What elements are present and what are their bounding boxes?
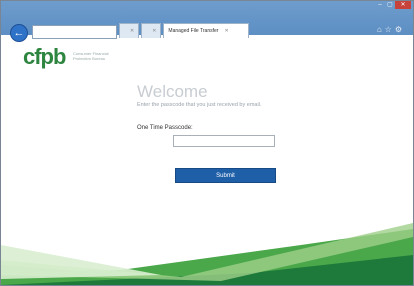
- tab-1[interactable]: ✕: [119, 23, 140, 38]
- passcode-label: One Time Passcode:: [137, 125, 193, 131]
- cfpb-logo: cfpb: [23, 44, 66, 69]
- maximize-button[interactable]: ▢: [385, 1, 395, 9]
- passcode-input[interactable]: [173, 135, 275, 147]
- browser-window: – ▢ ✕ ← ✕ ✕ Managed File Transfer ✕ ⌂☆⚙ c…: [0, 0, 414, 286]
- window-close-button[interactable]: ✕: [395, 1, 411, 9]
- decorative-wave: [1, 223, 413, 285]
- close-icon[interactable]: ✕: [130, 28, 134, 34]
- logo-subtitle: Consumer Financial Protection Bureau: [73, 51, 109, 61]
- tab-strip: ✕ ✕ Managed File Transfer ✕: [119, 23, 251, 38]
- address-bar[interactable]: [32, 25, 117, 39]
- page-title: Welcome: [137, 82, 208, 101]
- submit-button[interactable]: Submit: [175, 168, 276, 183]
- address-text: [33, 29, 36, 35]
- window-controls: – ▢ ✕: [375, 1, 411, 9]
- close-icon[interactable]: ✕: [224, 28, 228, 34]
- gear-icon[interactable]: ⚙: [395, 25, 405, 34]
- minimize-button[interactable]: –: [375, 1, 385, 9]
- browser-titlebar: – ▢ ✕ ← ✕ ✕ Managed File Transfer ✕ ⌂☆⚙: [1, 1, 413, 42]
- home-icon[interactable]: ⌂: [377, 25, 385, 34]
- tab-managed-file-transfer[interactable]: Managed File Transfer ✕: [163, 23, 250, 38]
- back-arrow-icon[interactable]: ←: [10, 24, 28, 42]
- browser-toolbar-icons: ⌂☆⚙: [377, 25, 405, 34]
- star-icon[interactable]: ☆: [385, 25, 395, 34]
- tab-2[interactable]: ✕: [141, 23, 162, 38]
- close-icon[interactable]: ✕: [152, 28, 156, 34]
- instruction-text: Enter the passcode that you just receive…: [137, 102, 262, 108]
- tab-label: Managed File Transfer: [168, 28, 219, 34]
